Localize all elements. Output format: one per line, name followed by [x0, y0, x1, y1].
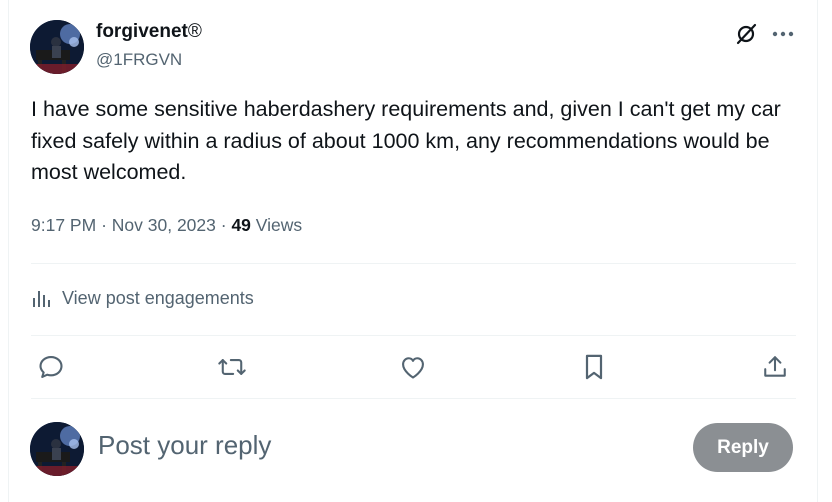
meta-separator: · — [220, 215, 227, 235]
author-handle[interactable]: @1FRGVN — [96, 50, 182, 70]
share-upload-icon — [764, 356, 786, 377]
grok-icon[interactable] — [734, 22, 758, 46]
reply-input[interactable]: Post your reply — [98, 430, 271, 461]
post-date[interactable]: Nov 30, 2023 — [112, 215, 216, 235]
registered-badge: ® — [187, 21, 202, 42]
divider — [31, 398, 796, 399]
views-count: 49 — [231, 215, 251, 235]
timeline-border-left — [8, 0, 9, 502]
current-user-avatar[interactable] — [30, 422, 84, 476]
post-text: I have some sensitive haberdashery requi… — [31, 97, 781, 184]
repost-action[interactable] — [217, 352, 247, 382]
views-label: Views — [255, 215, 303, 235]
analytics-bars-icon — [33, 291, 50, 307]
divider — [31, 335, 796, 336]
post-time[interactable]: 9:17 PM — [31, 215, 96, 235]
more-options-icon[interactable] — [771, 27, 795, 41]
author-avatar[interactable] — [30, 20, 84, 74]
heart-icon — [402, 357, 424, 379]
like-action[interactable] — [398, 352, 428, 382]
bookmark-icon — [585, 354, 603, 380]
timeline-border-right — [817, 0, 818, 502]
author-name-text: forgivenet — [96, 21, 188, 42]
divider — [31, 263, 796, 264]
meta-separator: · — [101, 215, 107, 235]
view-engagements-link[interactable]: View post engagements — [31, 287, 254, 309]
engagements-label: View post engagements — [62, 287, 254, 308]
bookmark-action[interactable] — [579, 352, 609, 382]
post-meta: 9:17 PM · Nov 30, 2023 · 49 Views — [31, 215, 302, 236]
reply-action[interactable] — [36, 352, 66, 382]
speech-bubble-icon — [39, 356, 63, 378]
share-action[interactable] — [760, 352, 790, 382]
repost-arrows-icon — [218, 359, 246, 375]
author-display-name[interactable]: forgivenet® — [96, 21, 202, 43]
reply-button[interactable]: Reply — [693, 423, 793, 472]
